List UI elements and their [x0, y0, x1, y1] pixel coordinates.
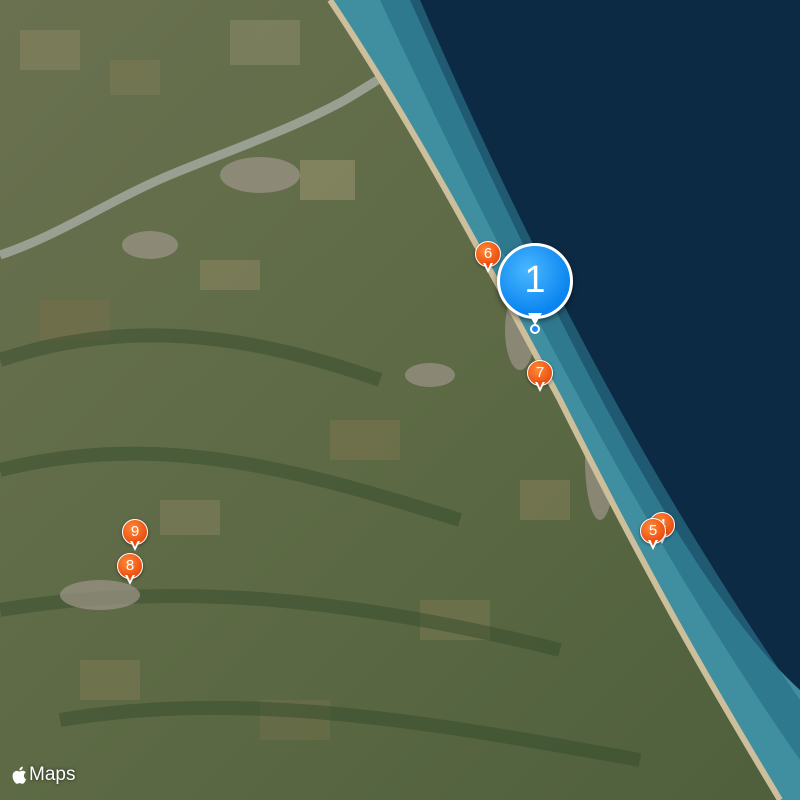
pin-5-tail	[648, 539, 658, 550]
map-pin-9[interactable]: 9	[122, 519, 148, 553]
apple-logo-icon	[12, 766, 26, 784]
maps-attribution[interactable]: Maps	[10, 764, 75, 786]
pin-1-location-dot	[530, 324, 540, 334]
pin-7-tail	[535, 381, 545, 392]
pin-8-tail	[125, 574, 135, 585]
satellite-imagery	[0, 0, 800, 800]
pin-9-tail	[130, 540, 140, 551]
map-pin-8[interactable]: 8	[117, 553, 143, 587]
map-pin-5[interactable]: 5	[640, 518, 666, 552]
pin-1-label: 1	[497, 243, 573, 319]
attribution-text: Maps	[29, 764, 76, 785]
map-view[interactable]: 6 7 4 5 9 8 1 Maps	[0, 0, 800, 800]
map-pin-1-selected[interactable]: 1	[497, 243, 573, 334]
pin-6-tail	[483, 262, 493, 273]
map-pin-7[interactable]: 7	[527, 360, 553, 394]
